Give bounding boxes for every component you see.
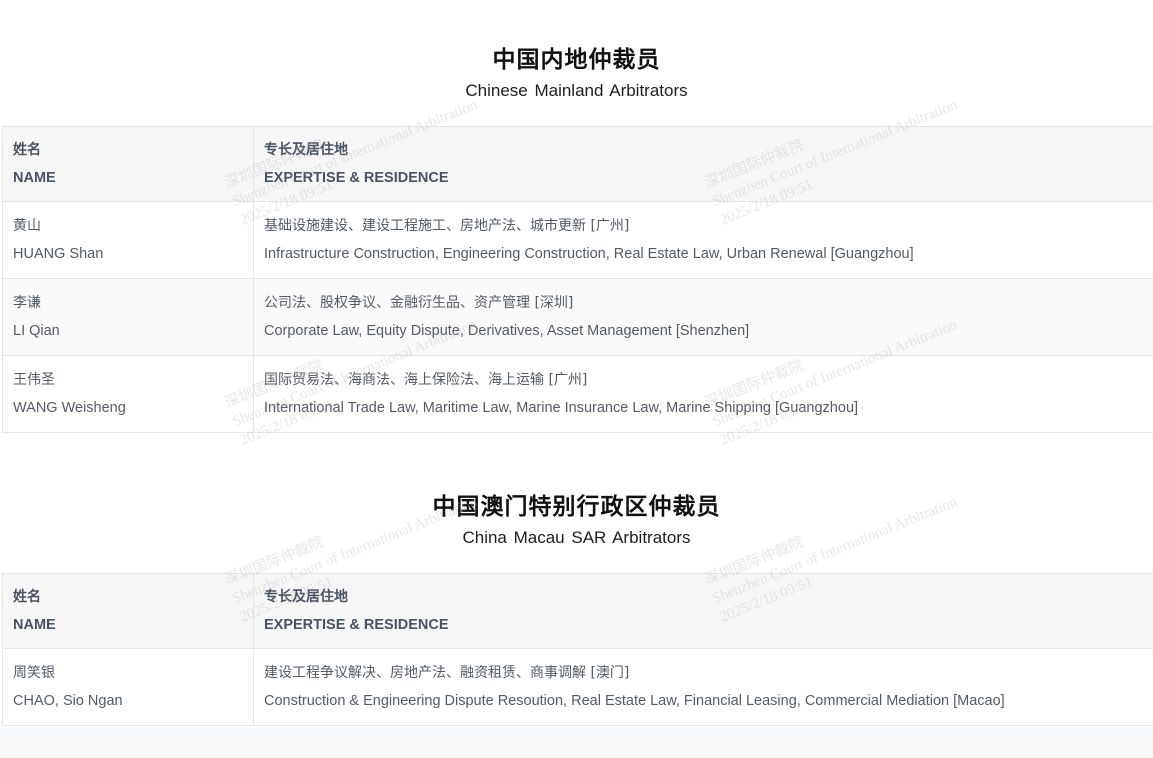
table-row: 黄山 HUANG Shan 基础设施建设、建设工程施工、房地产法、城市更新 [广… (2, 201, 1153, 279)
arbitrator-name-cell: 周笑银 CHAO, Sio Ngan (2, 648, 254, 726)
table-row: 周笑银 CHAO, Sio Ngan 建设工程争议解决、房地产法、融资租赁、商事… (2, 648, 1153, 726)
section-title-en: Chinese Mainland Arbitrators (465, 81, 688, 100)
header-name-cn: 姓名 (13, 142, 41, 158)
arbitrator-expertise-en: Corporate Law, Equity Dispute, Derivativ… (264, 323, 750, 339)
section-title-cn: 中国澳门特别行政区仲裁员 (432, 494, 721, 520)
arbitrator-name-en: LI Qian (13, 323, 60, 339)
arbitrator-expertise-en: Construction & Engineering Dispute Resou… (264, 693, 1005, 709)
arbitrator-name-cn: 李谦 (13, 295, 41, 311)
header-expertise-en: EXPERTISE & RESIDENCE (264, 170, 449, 186)
header-name-cell: 姓名 NAME (2, 126, 254, 202)
header-name-en: NAME (13, 170, 56, 186)
table-header-row: 姓名 NAME 专长及居住地 EXPERTISE & RESIDENCE (2, 126, 1153, 202)
table-row: 王伟圣 WANG Weisheng 国际贸易法、海商法、海上保险法、海上运输 [… (2, 355, 1153, 433)
header-expertise-cell: 专长及居住地 EXPERTISE & RESIDENCE (253, 573, 1153, 649)
arbitrator-expertise-cn: 公司法、股权争议、金融衍生品、资产管理 [深圳] (264, 295, 574, 311)
header-name-cn: 姓名 (13, 589, 41, 605)
arbitrator-name-cell: 李谦 LI Qian (2, 278, 254, 356)
arbitrator-name-en: CHAO, Sio Ngan (13, 693, 123, 709)
header-name-cell: 姓名 NAME (2, 573, 254, 649)
arbitrator-expertise-cell: 基础设施建设、建设工程施工、房地产法、城市更新 [广州] Infrastruct… (253, 201, 1153, 279)
arbitrator-expertise-cn: 基础设施建设、建设工程施工、房地产法、城市更新 [广州] (264, 218, 630, 234)
arbitrator-expertise-cell: 建设工程争议解决、房地产法、融资租赁、商事调解 [澳门] Constructio… (253, 648, 1153, 726)
arbitrator-name-en: WANG Weisheng (13, 400, 126, 416)
header-expertise-cn: 专长及居住地 (264, 142, 348, 158)
table-header-row: 姓名 NAME 专长及居住地 EXPERTISE & RESIDENCE (2, 573, 1153, 649)
arbitrator-table-mainland: 姓名 NAME 专长及居住地 EXPERTISE & RESIDENCE 黄山 … (2, 126, 1153, 433)
arbitrator-expertise-en: Infrastructure Construction, Engineering… (264, 246, 914, 262)
arbitrator-expertise-cn: 国际贸易法、海商法、海上保险法、海上运输 [广州] (264, 372, 588, 388)
arbitrator-name-cn: 周笑银 (13, 665, 55, 681)
header-expertise-cell: 专长及居住地 EXPERTISE & RESIDENCE (253, 126, 1153, 202)
arbitrator-name-cell: 王伟圣 WANG Weisheng (2, 355, 254, 433)
arbitrator-expertise-cell: 国际贸易法、海商法、海上保险法、海上运输 [广州] International … (253, 355, 1153, 433)
arbitrator-name-en: HUANG Shan (13, 246, 104, 262)
arbitrator-name-cn: 王伟圣 (13, 372, 55, 388)
page-bottom-fade (0, 728, 1153, 758)
arbitrator-expertise-cell: 公司法、股权争议、金融衍生品、资产管理 [深圳] Corporate Law, … (253, 278, 1153, 356)
arbitrator-table-macau: 姓名 NAME 专长及居住地 EXPERTISE & RESIDENCE 周笑银… (2, 573, 1153, 726)
section-title-mainland: 中国内地仲裁员 Chinese Mainland Arbitrators (0, 45, 1153, 102)
header-name-en: NAME (13, 617, 56, 633)
page: 中国内地仲裁员 Chinese Mainland Arbitrators 姓名 … (0, 0, 1153, 758)
arbitrator-name-cell: 黄山 HUANG Shan (2, 201, 254, 279)
arbitrator-expertise-en: International Trade Law, Maritime Law, M… (264, 400, 859, 416)
section-title-en: China Macau SAR Arbitrators (462, 528, 691, 547)
section-title-macau: 中国澳门特别行政区仲裁员 China Macau SAR Arbitrators (0, 492, 1153, 549)
header-expertise-en: EXPERTISE & RESIDENCE (264, 617, 449, 633)
arbitrator-expertise-cn: 建设工程争议解决、房地产法、融资租赁、商事调解 [澳门] (264, 665, 630, 681)
arbitrator-name-cn: 黄山 (13, 218, 41, 234)
header-expertise-cn: 专长及居住地 (264, 589, 348, 605)
table-row: 李谦 LI Qian 公司法、股权争议、金融衍生品、资产管理 [深圳] Corp… (2, 278, 1153, 356)
section-title-cn: 中国内地仲裁员 (492, 47, 661, 73)
